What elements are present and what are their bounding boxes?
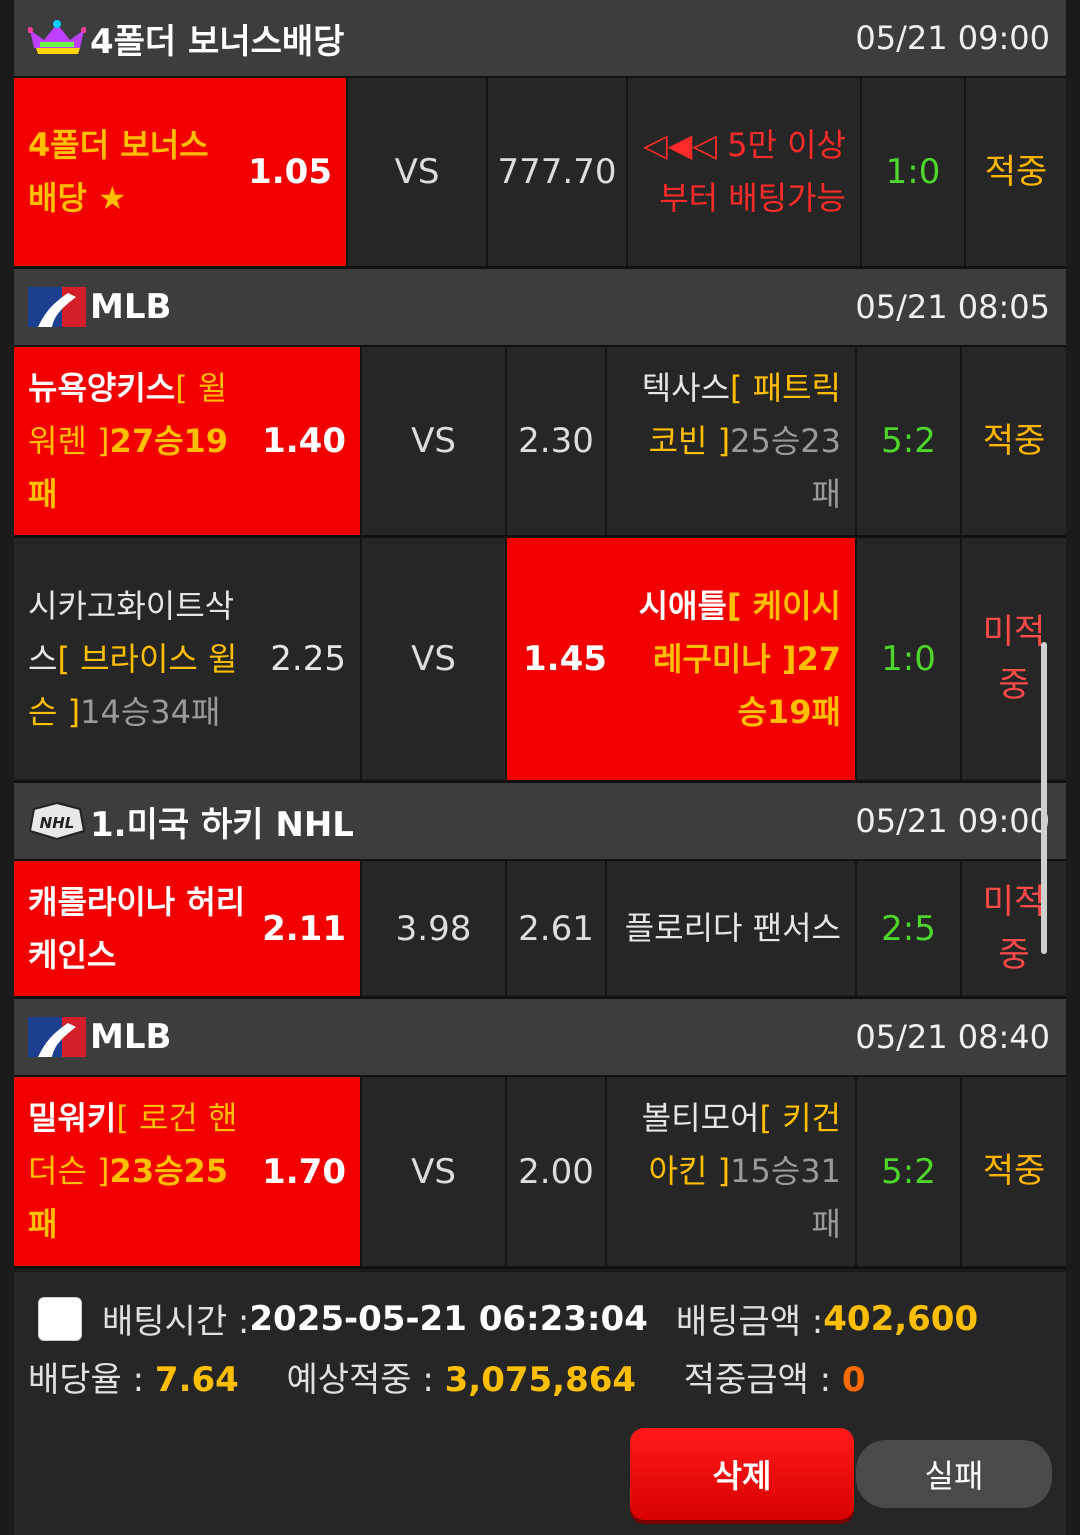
away-odd[interactable]: 2.00 bbox=[507, 1077, 607, 1266]
away-odd: 1.45 bbox=[523, 639, 607, 679]
result-badge: 미적중 bbox=[962, 861, 1066, 996]
odds-label: 배당율 : bbox=[28, 1360, 155, 1400]
league-header: NHL 1.미국 하키 NHL 05/21 09:00 bbox=[14, 783, 1066, 861]
result-label: 미적중 bbox=[982, 612, 1046, 705]
result-badge: 적중 bbox=[982, 1151, 1046, 1191]
nhl-logo-icon: NHL bbox=[28, 801, 86, 841]
bet-time-label: 배팅시간 : bbox=[102, 1302, 250, 1342]
home-record: 14승34패 bbox=[80, 692, 221, 731]
home-pick[interactable]: 뉴욕양키스[ 윌 워렌 ]27승19패 1.40 bbox=[14, 347, 362, 535]
away-team[interactable]: 플로리다 팬서스 bbox=[607, 861, 857, 996]
away-odd[interactable]: 2.61 bbox=[507, 861, 607, 996]
away-team-name: 볼티모어 bbox=[641, 1099, 760, 1137]
league-title: MLB bbox=[90, 287, 172, 327]
away-team-name: 텍사스 bbox=[641, 368, 731, 407]
bet-amount-value: 402,600 bbox=[823, 1298, 979, 1339]
odds-value: 7.64 bbox=[154, 1360, 239, 1400]
home-pick[interactable]: 시카고화이트삭스[ 브라이스 윌슨 ]14승34패 2.25 bbox=[14, 538, 362, 780]
match-time: 05/21 09:00 bbox=[855, 802, 1050, 840]
away-odd[interactable]: 777.70 bbox=[488, 78, 628, 266]
expected-value: 3,075,864 bbox=[444, 1360, 637, 1400]
mlb-logo-icon bbox=[28, 287, 86, 327]
match-time: 05/21 08:05 bbox=[855, 288, 1050, 326]
match-row: 시카고화이트삭스[ 브라이스 윌슨 ]14승34패 2.25 VS 1.45 시… bbox=[14, 538, 1066, 783]
score: 2:5 bbox=[857, 861, 962, 996]
away-team[interactable]: 볼티모어[ 키건 아킨 ]15승31패 bbox=[607, 1077, 857, 1266]
win-amount-label: 적중금액 : bbox=[683, 1360, 842, 1400]
league-header: MLB 05/21 08:05 bbox=[14, 269, 1066, 347]
away-record: 25승23패 bbox=[730, 421, 841, 513]
home-team-name: 4폴더 보너스배당 ★ bbox=[28, 126, 209, 217]
win-amount-value: 0 bbox=[841, 1360, 866, 1400]
home-team-name: 뉴욕양키스 bbox=[28, 368, 176, 407]
match-row: 뉴욕양키스[ 윌 워렌 ]27승19패 1.40 VS 2.30 텍사스[ 패트… bbox=[14, 347, 1066, 538]
draw-cell[interactable]: VS bbox=[348, 78, 488, 266]
select-checkbox[interactable] bbox=[38, 1296, 82, 1341]
mlb-logo-icon bbox=[28, 1017, 86, 1057]
summary-line-1: 배팅시간 : 2025-05-21 06:23:04 배팅금액 : 402,60… bbox=[38, 1294, 978, 1343]
match-time: 05/21 09:00 bbox=[855, 19, 1050, 57]
home-pick[interactable]: 캐롤라이나 허리케인스 2.11 bbox=[14, 861, 362, 996]
score: 5:2 bbox=[857, 347, 962, 535]
home-team-name: 밀워키 bbox=[28, 1099, 117, 1137]
bet-amount-label: 배팅금액 : bbox=[675, 1302, 824, 1342]
away-pick[interactable]: 1.45 시애틀[ 케이시 레구미나 ]27승19패 bbox=[507, 538, 857, 780]
bet-summary: 배팅시간 : 2025-05-21 06:23:04 배팅금액 : 402,60… bbox=[14, 1272, 1066, 1535]
home-odd: 1.40 bbox=[262, 421, 346, 461]
away-record: 15승31패 bbox=[730, 1152, 841, 1243]
draw-cell[interactable]: VS bbox=[362, 1077, 507, 1266]
league-title: MLB bbox=[90, 1017, 172, 1057]
fail-button[interactable]: 실패 bbox=[856, 1440, 1052, 1508]
home-odd: 1.70 bbox=[262, 1151, 346, 1192]
home-team: 밀워키[ 로건 핸더슨 ]23승25패 bbox=[14, 1092, 262, 1251]
score: 1:0 bbox=[857, 538, 962, 780]
score: 1:0 bbox=[862, 78, 966, 266]
result-badge: 적중 bbox=[982, 420, 1046, 461]
result-badge: 미적중 bbox=[962, 538, 1066, 780]
draw-odd[interactable]: 3.98 bbox=[362, 861, 507, 996]
away-team-label: ◁◀◁ 5만 이상 부터 배팅가능 bbox=[643, 126, 846, 217]
away-team-name: 시애틀 bbox=[638, 586, 727, 625]
match-row: 캐롤라이나 허리케인스 2.11 3.98 2.61 플로리다 팬서스 2:5 … bbox=[14, 861, 1066, 999]
league-title: 4폴더 보너스배당 bbox=[90, 21, 345, 62]
score: 5:2 bbox=[857, 1077, 962, 1266]
home-odd: 2.11 bbox=[262, 908, 346, 949]
result-badge: 적중 bbox=[984, 151, 1048, 192]
match-time: 05/21 08:40 bbox=[855, 1018, 1050, 1056]
draw-cell[interactable]: VS bbox=[362, 538, 507, 780]
league-header: MLB 05/21 08:40 bbox=[14, 999, 1066, 1077]
league-header: 4폴더 보너스배당 05/21 09:00 bbox=[14, 0, 1066, 78]
summary-line-2: 배당율 : 7.64 예상적중 : 3,075,864 적중금액 : 0 bbox=[28, 1352, 866, 1401]
delete-button[interactable]: 삭제 bbox=[630, 1428, 854, 1520]
away-odd[interactable]: 2.30 bbox=[507, 347, 607, 535]
home-odd: 2.25 bbox=[270, 639, 346, 679]
league-title: 1.미국 하키 NHL bbox=[90, 804, 354, 845]
away-team-name: 플로리다 팬서스 bbox=[624, 909, 841, 947]
home-team-name: 캐롤라이나 허리케인스 bbox=[28, 882, 246, 974]
home-pick[interactable]: 4폴더 보너스배당 ★ 1.05 bbox=[14, 78, 348, 266]
match-row: 4폴더 보너스배당 ★ 1.05 VS 777.70 ◁◀◁ 5만 이상 부터 … bbox=[14, 78, 1066, 269]
home-team: 시카고화이트삭스[ 브라이스 윌슨 ]14승34패 bbox=[14, 580, 262, 739]
away-team-name[interactable]: ◁◀◁ 5만 이상 부터 배팅가능 bbox=[628, 78, 862, 266]
home-team: 뉴욕양키스[ 윌 워렌 ]27승19패 bbox=[14, 362, 262, 521]
away-team: 시애틀[ 케이시 레구미나 ]27승19패 bbox=[621, 580, 855, 739]
away-team[interactable]: 텍사스[ 패트릭 코빈 ]25승23패 bbox=[607, 347, 857, 535]
crown-icon bbox=[28, 20, 86, 54]
bet-time-value: 2025-05-21 06:23:04 bbox=[249, 1298, 648, 1339]
expected-label: 예상적중 : bbox=[286, 1360, 445, 1400]
scrollbar[interactable] bbox=[1041, 642, 1047, 954]
draw-cell[interactable]: VS bbox=[362, 347, 507, 535]
home-pick[interactable]: 밀워키[ 로건 핸더슨 ]23승25패 1.70 bbox=[14, 1077, 362, 1266]
match-row: 밀워키[ 로건 핸더슨 ]23승25패 1.70 VS 2.00 볼티모어[ 키… bbox=[14, 1077, 1066, 1269]
svg-text:NHL: NHL bbox=[40, 814, 75, 832]
result-label: 미적중 bbox=[982, 881, 1046, 975]
home-odd: 1.05 bbox=[248, 152, 332, 192]
bet-slip: 4폴더 보너스배당 05/21 09:00 4폴더 보너스배당 ★ 1.05 V… bbox=[14, 0, 1066, 1269]
